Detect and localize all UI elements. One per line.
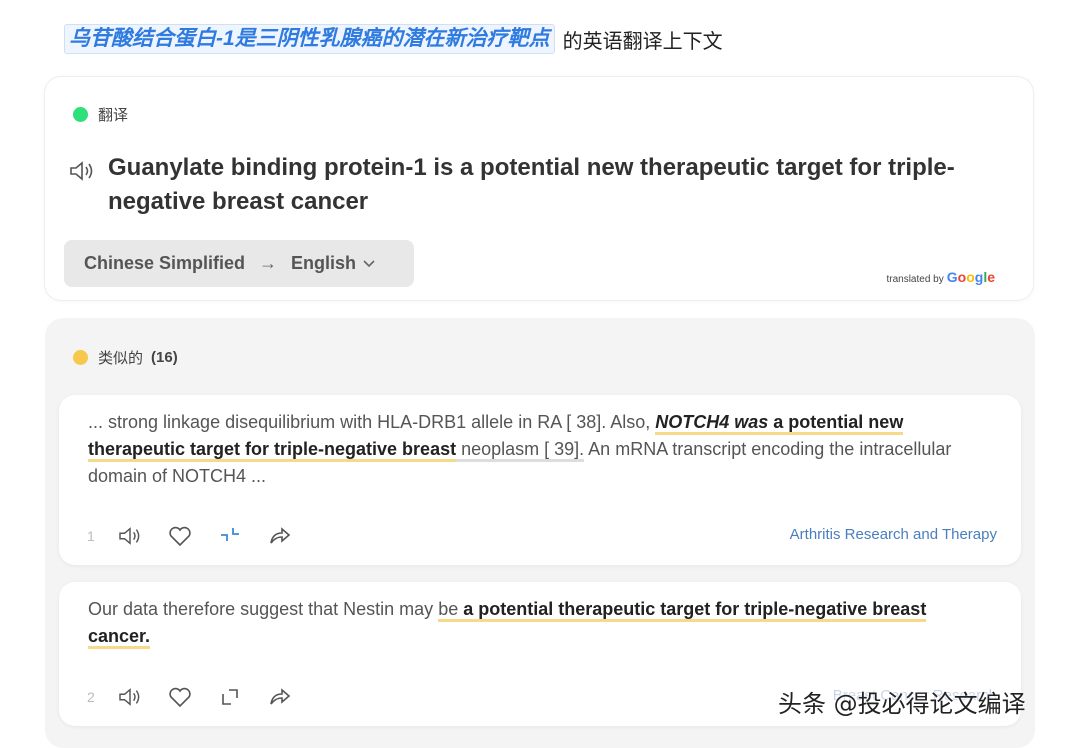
language-selector[interactable]: Chinese Simplified → English bbox=[64, 240, 414, 287]
translation-label: 翻译 bbox=[73, 104, 128, 125]
result-number: 2 bbox=[87, 689, 95, 705]
chevron-down-icon[interactable] bbox=[362, 253, 376, 274]
google-credit: translated by Google bbox=[886, 269, 995, 285]
similar-label: 类似的 (16) bbox=[73, 347, 178, 368]
result-card: ... strong linkage disequilibrium with H… bbox=[59, 395, 1021, 565]
watermark: 头条 @投必得论文编译 bbox=[778, 690, 1026, 718]
status-dot-icon bbox=[73, 350, 88, 365]
collapse-icon[interactable] bbox=[217, 523, 243, 549]
source-language: Chinese Simplified bbox=[84, 253, 246, 273]
speaker-icon[interactable] bbox=[117, 523, 143, 549]
query-text[interactable]: 乌苷酸结合蛋白-1是三阴性乳腺癌的潜在新治疗靶点 bbox=[64, 24, 555, 54]
source-link[interactable]: Arthritis Research and Therapy bbox=[790, 526, 997, 543]
speaker-icon[interactable] bbox=[117, 684, 143, 710]
similar-count: (16) bbox=[151, 349, 178, 366]
google-logo: Google bbox=[946, 269, 995, 285]
translation-label-text: 翻译 bbox=[98, 107, 129, 124]
translation-card: 翻译 Guanylate binding protein-1 is a pote… bbox=[45, 77, 1033, 300]
share-icon[interactable] bbox=[267, 684, 293, 710]
credit-prefix: translated by bbox=[886, 274, 944, 285]
share-icon[interactable] bbox=[267, 523, 293, 549]
heart-icon[interactable] bbox=[167, 523, 193, 549]
translation-text: Guanylate binding protein-1 is a potenti… bbox=[108, 154, 955, 215]
result-number: 1 bbox=[87, 528, 95, 544]
result-text: Our data therefore suggest that Nestin m… bbox=[88, 596, 993, 650]
page-header: 乌苷酸结合蛋白-1是三阴性乳腺癌的潜在新治疗靶点 的英语翻译上下文 bbox=[64, 24, 723, 54]
result-toolbar: 1 bbox=[87, 523, 317, 549]
similar-label-text: 类似的 bbox=[98, 350, 144, 367]
speaker-icon[interactable] bbox=[69, 160, 95, 182]
expand-icon[interactable] bbox=[217, 684, 243, 710]
result-toolbar: 2 bbox=[87, 684, 317, 710]
heart-icon[interactable] bbox=[167, 684, 193, 710]
target-language[interactable]: English bbox=[291, 253, 356, 274]
header-suffix: 的英语翻译上下文 bbox=[562, 28, 723, 53]
result-text: ... strong linkage disequilibrium with H… bbox=[88, 412, 952, 486]
arrow-right-icon: → bbox=[259, 253, 278, 273]
status-dot-icon bbox=[73, 107, 88, 122]
